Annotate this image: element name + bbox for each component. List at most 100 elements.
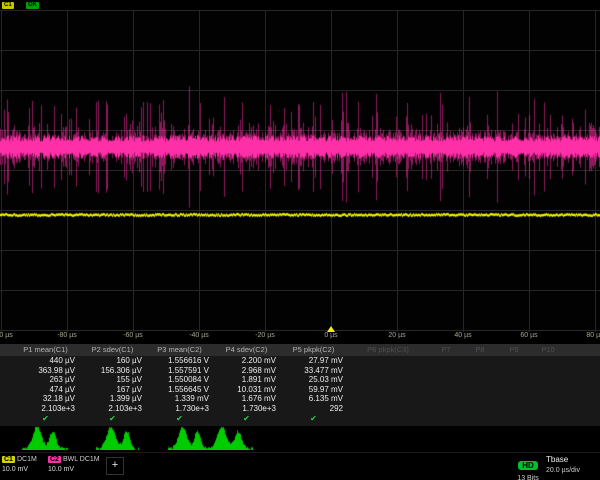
measure-value: 32.18 µV — [12, 394, 79, 404]
measure-value — [463, 385, 497, 395]
tbase-scale: 20.0 µs/div — [546, 467, 600, 474]
measure-value — [429, 375, 463, 385]
measure-value: 1.399 µV — [79, 394, 146, 404]
measure-value: 10.031 mV — [213, 385, 280, 395]
measure-value — [429, 356, 463, 366]
measure-row: 2.103e+32.103e+31.730e+31.730e+3292 — [0, 404, 600, 414]
measure-value: 1.557591 V — [146, 366, 213, 376]
measure-value — [531, 394, 565, 404]
measure-value: 2.103e+3 — [79, 404, 146, 414]
measure-value: 1.676 mV — [213, 394, 280, 404]
measure-value — [463, 375, 497, 385]
measure-value — [531, 356, 565, 366]
waveform-canvas — [0, 10, 600, 332]
time-tick-label: 60 µs — [520, 332, 537, 339]
measure-value: 156.306 µV — [79, 366, 146, 376]
measure-value: 2.200 mV — [213, 356, 280, 366]
measure-value: 2.103e+3 — [12, 404, 79, 414]
time-tick-label: -40 µs — [189, 332, 209, 339]
measure-value: 1.891 mV — [213, 375, 280, 385]
measure-value: 2.968 mV — [213, 366, 280, 376]
measure-value — [531, 366, 565, 376]
measure-value: 6.135 mV — [280, 394, 347, 404]
measure-value — [429, 394, 463, 404]
measure-header[interactable]: P9 — [497, 344, 531, 356]
measure-value — [531, 404, 565, 414]
measure-status-check: ✔ — [146, 413, 213, 424]
measure-value: 155 µV — [79, 375, 146, 385]
measure-header[interactable]: P6 pkpk(C3) — [347, 344, 429, 356]
measure-value — [497, 366, 531, 376]
measure-value — [463, 404, 497, 414]
measure-value: 1.339 mV — [146, 394, 213, 404]
measure-value — [347, 356, 429, 366]
hd-indicator[interactable]: HD 13 Bits — [512, 455, 544, 480]
measure-header[interactable]: P1 mean(C1) — [12, 344, 79, 356]
measure-status-check: ✔ — [12, 413, 79, 424]
measure-header[interactable]: P2 sdev(C1) — [79, 344, 146, 356]
time-tick-label: -80 µs — [57, 332, 77, 339]
measure-value — [429, 385, 463, 395]
measure-row: 474 µV167 µV1.556645 V10.031 mV59.97 mV — [0, 385, 600, 395]
measure-value — [497, 404, 531, 414]
measure-value — [347, 375, 429, 385]
oscilloscope-screen: C1 OK -100 µs-80 µs-60 µs-40 µs-20 µs0 µ… — [0, 0, 600, 480]
measure-value — [463, 394, 497, 404]
measure-value — [347, 404, 429, 414]
c1-coupling: DC1M — [17, 456, 37, 463]
measure-value: 25.03 mV — [280, 375, 347, 385]
timebase-descriptor[interactable]: Tbase 20.0 µs/div — [546, 455, 600, 474]
measure-status-check: ✔ — [280, 413, 347, 424]
status-chip-ok: OK — [26, 2, 39, 9]
time-tick-label: 80 µs — [586, 332, 600, 339]
measure-value: 1.556616 V — [146, 356, 213, 366]
measure-header[interactable]: P7 — [429, 344, 463, 356]
channel-descriptor-c1[interactable]: C1DC1M 10.0 mV — [2, 456, 46, 473]
time-tick-label: -60 µs — [123, 332, 143, 339]
measure-value: 474 µV — [12, 385, 79, 395]
measure-value: 1.550084 V — [146, 375, 213, 385]
measure-value — [347, 366, 429, 376]
time-tick-label: 0 µs — [324, 332, 337, 339]
measure-status-check — [429, 413, 463, 424]
add-trace-button[interactable]: + — [106, 457, 124, 475]
c1-scale: 10.0 mV — [2, 466, 46, 473]
c2-coupling: BWL DC1M — [63, 456, 100, 463]
measure-value — [531, 385, 565, 395]
c1-title: C1DC1M — [2, 456, 46, 463]
measure-header[interactable]: P3 mean(C2) — [146, 344, 213, 356]
measure-status-check — [347, 413, 429, 424]
time-axis: -100 µs-80 µs-60 µs-40 µs-20 µs0 µs20 µs… — [0, 331, 600, 343]
measure-value: 160 µV — [79, 356, 146, 366]
measure-status-check: ✔ — [79, 413, 146, 424]
top-status-strip: C1 OK — [0, 0, 600, 10]
measure-value — [531, 375, 565, 385]
measure-value — [429, 366, 463, 376]
measure-header[interactable]: P8 — [463, 344, 497, 356]
measure-value: 1.730e+3 — [213, 404, 280, 414]
time-tick-label: -100 µs — [0, 332, 13, 339]
c1-chip: C1 — [2, 456, 15, 463]
measure-header-row: P1 mean(C1)P2 sdev(C1)P3 mean(C2)P4 sdev… — [0, 344, 600, 356]
tbase-label: Tbase — [546, 455, 600, 464]
measure-header[interactable]: P5 pkpk(C2) — [280, 344, 347, 356]
measure-value — [463, 356, 497, 366]
measure-value — [497, 394, 531, 404]
hd-bits: 13 Bits — [512, 475, 544, 480]
measure-header[interactable]: P10 — [531, 344, 565, 356]
measure-value — [497, 375, 531, 385]
measure-value — [497, 356, 531, 366]
waveform-grid[interactable] — [0, 10, 600, 332]
measure-header[interactable]: P4 sdev(C2) — [213, 344, 280, 356]
histicon-strip[interactable] — [0, 426, 600, 450]
channel-descriptor-c2[interactable]: C2BWL DC1M 10.0 mV — [48, 456, 114, 473]
time-tick-label: 20 µs — [388, 332, 405, 339]
measure-value: 33.477 mV — [280, 366, 347, 376]
measure-value: 263 µV — [12, 375, 79, 385]
measure-value: 59.97 mV — [280, 385, 347, 395]
measure-row: 440 µV160 µV1.556616 V2.200 mV27.97 mV — [0, 356, 600, 366]
measure-value — [429, 404, 463, 414]
measure-value: 440 µV — [12, 356, 79, 366]
measure-row: 263 µV155 µV1.550084 V1.891 mV25.03 mV — [0, 375, 600, 385]
measure-value — [347, 394, 429, 404]
